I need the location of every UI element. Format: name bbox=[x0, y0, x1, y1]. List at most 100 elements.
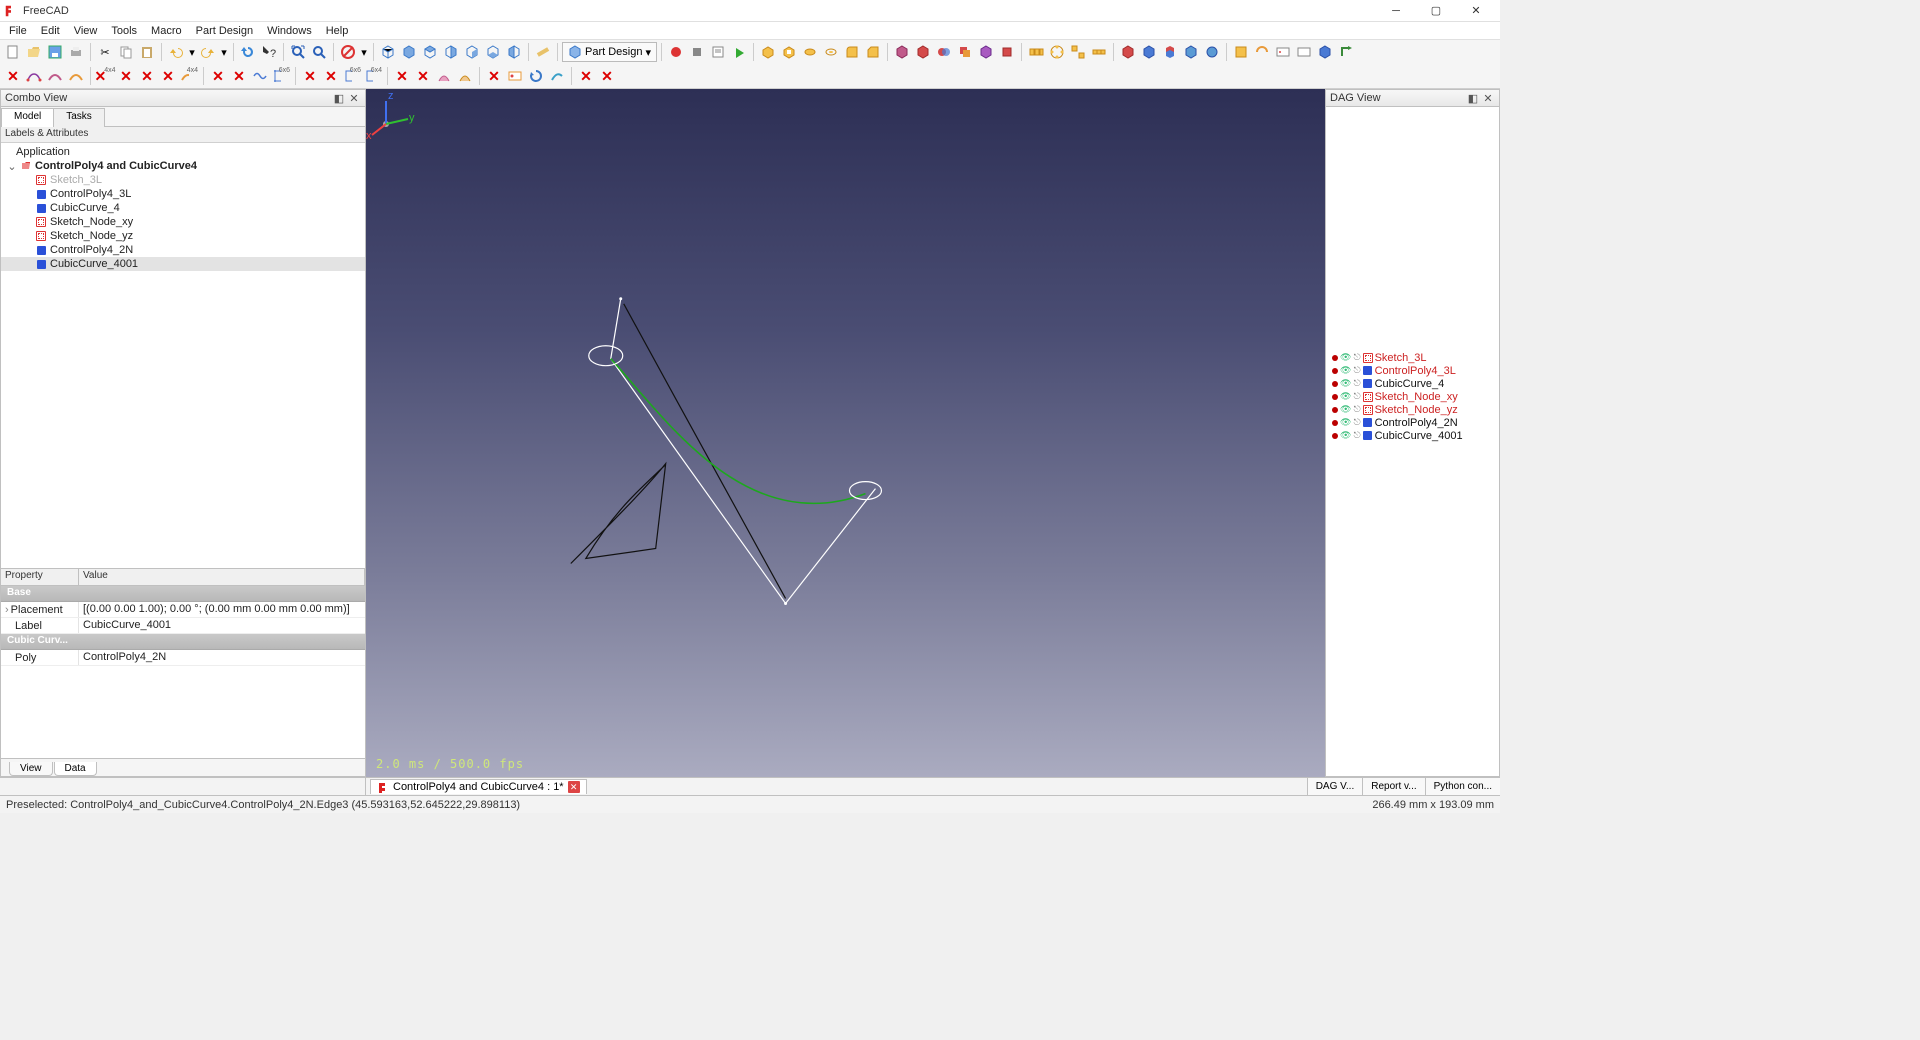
solid-5[interactable] bbox=[1202, 42, 1222, 62]
solid-1[interactable] bbox=[1118, 42, 1138, 62]
menu-windows[interactable]: Windows bbox=[260, 24, 319, 38]
top-view-button[interactable] bbox=[420, 42, 440, 62]
pd-revolve-button[interactable] bbox=[800, 42, 820, 62]
tree-doc[interactable]: ⌄ControlPoly4 and CubicCurve4 bbox=[1, 159, 365, 173]
iso-view-button[interactable] bbox=[378, 42, 398, 62]
nurbs-26[interactable]: ✕ bbox=[576, 66, 596, 86]
right-view-button[interactable] bbox=[441, 42, 461, 62]
axis-gizmo[interactable]: z y x bbox=[366, 89, 416, 139]
nurbs-24[interactable] bbox=[526, 66, 546, 86]
solid-2[interactable] bbox=[1139, 42, 1159, 62]
combo-tab-tasks[interactable]: Tasks bbox=[53, 108, 105, 127]
doc-tab-close[interactable]: ✕ bbox=[568, 781, 580, 793]
menu-macro[interactable]: Macro bbox=[144, 24, 189, 38]
property-tab-view[interactable]: View bbox=[9, 762, 53, 776]
pd-chamfer-button[interactable] bbox=[863, 42, 883, 62]
pattern-3[interactable] bbox=[1068, 42, 1088, 62]
dag-item-Sketch_Node_xy[interactable]: 👁⎋Sketch_Node_xy bbox=[1328, 390, 1497, 403]
nurbs-21[interactable] bbox=[455, 66, 475, 86]
dag-float-button[interactable]: ◧ bbox=[1466, 91, 1480, 105]
boolean-6[interactable] bbox=[997, 42, 1017, 62]
3d-viewport[interactable]: 2.0 ms / 500.0 fps z y x bbox=[366, 89, 1325, 777]
tree-item-CubicCurve_4[interactable]: CubicCurve_4 bbox=[1, 201, 365, 215]
status-tab-report[interactable]: Report v... bbox=[1362, 778, 1424, 795]
cut-button[interactable]: ✂ bbox=[95, 42, 115, 62]
pd-pad-button[interactable] bbox=[758, 42, 778, 62]
nurbs-12[interactable] bbox=[250, 66, 270, 86]
nurbs-9[interactable]: 4x4 bbox=[179, 66, 199, 86]
combo-float-button[interactable]: ◧ bbox=[332, 91, 346, 105]
tree-item-ControlPoly4_2N[interactable]: ControlPoly4_2N bbox=[1, 243, 365, 257]
dag-item-ControlPoly4_2N[interactable]: 👁⎋ControlPoly4_2N bbox=[1328, 416, 1497, 429]
tree-root[interactable]: Application bbox=[1, 145, 365, 159]
tree-item-ControlPoly4_3L[interactable]: ControlPoly4_3L bbox=[1, 187, 365, 201]
pattern-4[interactable] bbox=[1089, 42, 1109, 62]
boolean-2[interactable] bbox=[913, 42, 933, 62]
macro-record-button[interactable] bbox=[666, 42, 686, 62]
zoom-fit-button[interactable] bbox=[288, 42, 308, 62]
nurbs-19[interactable]: ✕ bbox=[413, 66, 433, 86]
tree-item-Sketch_Node_yz[interactable]: Sketch_Node_yz bbox=[1, 229, 365, 243]
bottom-view-button[interactable] bbox=[483, 42, 503, 62]
macro-stop-button[interactable] bbox=[687, 42, 707, 62]
nurbs-27[interactable]: ✕ bbox=[597, 66, 617, 86]
nurbs-15[interactable]: ✕ bbox=[321, 66, 341, 86]
redo-button[interactable] bbox=[198, 42, 218, 62]
left-view-button[interactable] bbox=[504, 42, 524, 62]
nurbs-6[interactable]: ✕ bbox=[116, 66, 136, 86]
close-window-button[interactable]: ✕ bbox=[1456, 0, 1496, 22]
dag-item-ControlPoly4_3L[interactable]: 👁⎋ControlPoly4_3L bbox=[1328, 364, 1497, 377]
draw-style-button[interactable] bbox=[338, 42, 358, 62]
combo-view-header[interactable]: Combo View ◧ ✕ bbox=[1, 90, 365, 107]
menu-tools[interactable]: Tools bbox=[104, 24, 144, 38]
undo-button[interactable] bbox=[166, 42, 186, 62]
misc-5[interactable] bbox=[1315, 42, 1335, 62]
redo-dropdown[interactable]: ▾ bbox=[219, 42, 229, 62]
boolean-5[interactable] bbox=[976, 42, 996, 62]
measure-button[interactable] bbox=[533, 42, 553, 62]
nurbs-5[interactable]: ✕4x4 bbox=[95, 66, 115, 86]
pd-groove-button[interactable] bbox=[821, 42, 841, 62]
status-tab-dag[interactable]: DAG V... bbox=[1307, 778, 1363, 795]
tree-item-Sketch_3L[interactable]: Sketch_3L bbox=[1, 173, 365, 187]
menu-file[interactable]: File bbox=[2, 24, 34, 38]
dag-item-Sketch_Node_yz[interactable]: 👁⎋Sketch_Node_yz bbox=[1328, 403, 1497, 416]
draw-style-dropdown[interactable]: ▾ bbox=[359, 42, 369, 62]
nurbs-7[interactable]: ✕ bbox=[137, 66, 157, 86]
pattern-2[interactable] bbox=[1047, 42, 1067, 62]
nurbs-10[interactable]: ✕ bbox=[208, 66, 228, 86]
tree-item-Sketch_Node_xy[interactable]: Sketch_Node_xy bbox=[1, 215, 365, 229]
model-tree[interactable]: Application ⌄ControlPoly4 and CubicCurve… bbox=[1, 143, 365, 568]
undo-dropdown[interactable]: ▾ bbox=[187, 42, 197, 62]
misc-4[interactable] bbox=[1294, 42, 1314, 62]
maximize-button[interactable]: ▢ bbox=[1416, 0, 1456, 22]
dag-body[interactable]: 👁⎋Sketch_3L👁⎋ControlPoly4_3L👁⎋CubicCurve… bbox=[1326, 107, 1499, 776]
workbench-selector[interactable]: Part Design ▾ bbox=[562, 42, 657, 62]
zoom-selection-button[interactable] bbox=[309, 42, 329, 62]
combo-close-button[interactable]: ✕ bbox=[347, 91, 361, 105]
pattern-1[interactable] bbox=[1026, 42, 1046, 62]
boolean-4[interactable] bbox=[955, 42, 975, 62]
menu-edit[interactable]: Edit bbox=[34, 24, 67, 38]
rear-view-button[interactable] bbox=[462, 42, 482, 62]
status-tab-python[interactable]: Python con... bbox=[1425, 778, 1500, 795]
print-button[interactable] bbox=[66, 42, 86, 62]
misc-3[interactable] bbox=[1273, 42, 1293, 62]
nurbs-17[interactable]: 6x4 bbox=[363, 66, 383, 86]
solid-3[interactable] bbox=[1160, 42, 1180, 62]
misc-6[interactable] bbox=[1336, 42, 1356, 62]
boolean-1[interactable] bbox=[892, 42, 912, 62]
paste-button[interactable] bbox=[137, 42, 157, 62]
tree-item-CubicCurve_4001[interactable]: CubicCurve_4001 bbox=[1, 257, 365, 271]
nurbs-2[interactable] bbox=[24, 66, 44, 86]
nurbs-8[interactable]: ✕ bbox=[158, 66, 178, 86]
nurbs-1[interactable]: ✕ bbox=[3, 66, 23, 86]
nurbs-3[interactable] bbox=[45, 66, 65, 86]
nurbs-20[interactable] bbox=[434, 66, 454, 86]
copy-button[interactable] bbox=[116, 42, 136, 62]
nurbs-14[interactable]: ✕ bbox=[300, 66, 320, 86]
macro-list-button[interactable] bbox=[708, 42, 728, 62]
nurbs-23[interactable] bbox=[505, 66, 525, 86]
new-button[interactable] bbox=[3, 42, 23, 62]
pd-pocket-button[interactable] bbox=[779, 42, 799, 62]
